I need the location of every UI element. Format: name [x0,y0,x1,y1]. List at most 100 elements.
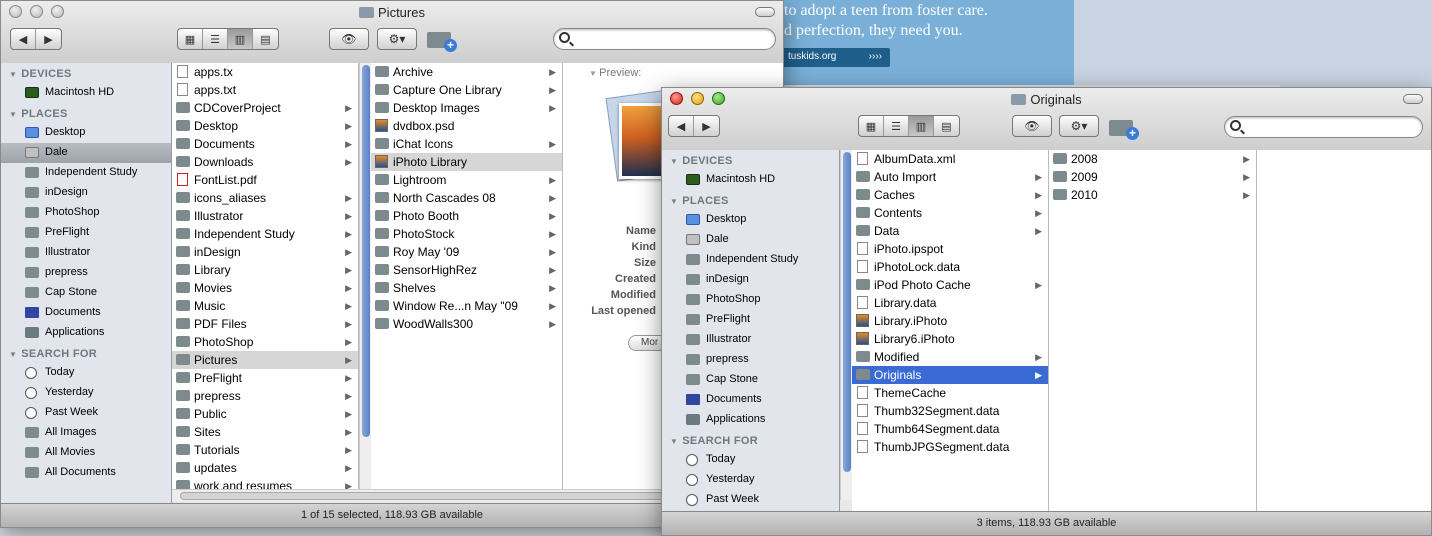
sidebar-item-prepress[interactable]: prepress [662,350,839,370]
search-field[interactable] [553,28,776,50]
forward-button[interactable]: ▶ [694,116,719,136]
toolbar-toggle-button[interactable] [755,7,775,17]
list-item[interactable]: Illustrator ▶ [172,207,358,225]
list-item[interactable]: Thumb32Segment.data [852,402,1048,420]
list-item[interactable]: PhotoShop ▶ [172,333,358,351]
list-item[interactable]: work and resumes ▶ [172,477,358,489]
coverflow-view-button[interactable]: ▤ [253,29,278,49]
sidebar-item-cap-stone[interactable]: Cap Stone [662,370,839,390]
list-item[interactable]: Independent Study ▶ [172,225,358,243]
quick-look-button[interactable]: 👁 [1012,115,1052,137]
back-button[interactable]: ◀ [669,116,694,136]
list-item[interactable]: PhotoStock ▶ [371,225,562,243]
sidebar-item-indesign[interactable]: inDesign [662,270,839,290]
list-item[interactable]: CDCoverProject ▶ [172,99,358,117]
list-item[interactable]: PreFlight ▶ [172,369,358,387]
search-field[interactable] [1224,116,1423,138]
list-item[interactable]: inDesign ▶ [172,243,358,261]
list-item[interactable]: icons_aliases ▶ [172,189,358,207]
new-folder-button[interactable]: + [1109,116,1139,140]
sidebar-item-all-images[interactable]: All Images [1,423,171,443]
sidebar-item-indesign[interactable]: inDesign [1,183,171,203]
list-item[interactable]: dvdbox.psd [371,117,562,135]
sidebar-item-applications[interactable]: Applications [1,323,171,343]
sidebar-item-dale[interactable]: Dale [662,230,839,250]
list-item[interactable]: Pictures ▶ [172,351,358,369]
list-item[interactable]: FontList.pdf [172,171,358,189]
list-item[interactable]: Contents ▶ [852,204,1048,222]
list-item[interactable]: Window Re...n May "09 ▶ [371,297,562,315]
list-item[interactable]: Archive ▶ [371,63,562,81]
column-view-button[interactable]: ▥ [909,116,934,136]
list-item[interactable]: Shelves ▶ [371,279,562,297]
sidebar-item-illustrator[interactable]: Illustrator [1,243,171,263]
list-item[interactable]: Caches ▶ [852,186,1048,204]
list-item[interactable]: Lightroom ▶ [371,171,562,189]
list-item[interactable]: iPhoto Library [371,153,562,171]
list-item[interactable]: Public ▶ [172,405,358,423]
list-item[interactable]: Sites ▶ [172,423,358,441]
back-button[interactable]: ◀ [11,29,36,49]
sidebar-item-today[interactable]: Today [1,363,171,383]
sidebar-item-photoshop[interactable]: PhotoShop [662,290,839,310]
sidebar-item-today[interactable]: Today [662,450,839,470]
quick-look-button[interactable]: 👁 [329,28,369,50]
sidebar-item-independent-study[interactable]: Independent Study [1,163,171,183]
list-item[interactable]: Downloads ▶ [172,153,358,171]
list-item[interactable]: AlbumData.xml [852,150,1048,168]
list-item[interactable]: Desktop Images ▶ [371,99,562,117]
list-item[interactable]: apps.txt [172,81,358,99]
sidebar-item-all-documents[interactable]: All Documents [1,463,171,483]
icon-view-button[interactable]: ▦ [859,116,884,136]
list-item[interactable]: ThumbJPGSegment.data [852,438,1048,456]
list-item[interactable]: iPod Photo Cache ▶ [852,276,1048,294]
sidebar-item-macintosh-hd[interactable]: Macintosh HD [1,83,171,103]
sidebar-item-all-movies[interactable]: All Movies [1,443,171,463]
column-view-button[interactable]: ▥ [228,29,253,49]
sidebar-item-desktop[interactable]: Desktop [1,123,171,143]
sidebar-item-illustrator[interactable]: Illustrator [662,330,839,350]
sidebar-item-cap-stone[interactable]: Cap Stone [1,283,171,303]
list-item[interactable]: North Cascades 08 ▶ [371,189,562,207]
sidebar-item-dale[interactable]: Dale [1,143,171,163]
sidebar-section-search-for[interactable]: ▼ SEARCH FOR [1,343,171,363]
horizontal-scroll-thumb[interactable] [180,492,740,500]
sidebar-item-documents[interactable]: Documents [1,303,171,323]
list-item[interactable]: prepress ▶ [172,387,358,405]
sidebar-item-prepress[interactable]: prepress [1,263,171,283]
list-item[interactable]: 2008 ▶ [1049,150,1256,168]
list-item[interactable]: updates ▶ [172,459,358,477]
list-item[interactable]: 2009 ▶ [1049,168,1256,186]
coverflow-view-button[interactable]: ▤ [934,116,959,136]
list-item[interactable]: Originals ▶ [852,366,1048,384]
scroll-thumb[interactable] [362,65,370,437]
list-item[interactable]: WoodWalls300 ▶ [371,315,562,333]
action-menu-button[interactable]: ⚙▾ [377,28,417,50]
sidebar-item-macintosh-hd[interactable]: Macintosh HD [662,170,839,190]
list-item[interactable]: Roy May '09 ▶ [371,243,562,261]
ad-link-button[interactable]: tuskids.org ›››› [780,48,890,67]
sidebar-section-search-for[interactable]: ▼ SEARCH FOR [662,430,839,450]
list-item[interactable]: iChat Icons ▶ [371,135,562,153]
sidebar-item-documents[interactable]: Documents [662,390,839,410]
list-item[interactable]: 2010 ▶ [1049,186,1256,204]
list-item[interactable]: Thumb64Segment.data [852,420,1048,438]
list-item[interactable]: Tutorials ▶ [172,441,358,459]
sidebar-scrollbar[interactable] [840,150,852,500]
list-item[interactable]: Movies ▶ [172,279,358,297]
sidebar-item-yesterday[interactable]: Yesterday [662,470,839,490]
list-item[interactable]: Data ▶ [852,222,1048,240]
list-item[interactable]: iPhotoLock.data [852,258,1048,276]
forward-button[interactable]: ▶ [36,29,61,49]
icon-view-button[interactable]: ▦ [178,29,203,49]
scroll-thumb[interactable] [843,152,851,472]
sidebar-section-devices[interactable]: ▼ DEVICES [662,150,839,170]
list-item[interactable]: Library6.iPhoto [852,330,1048,348]
sidebar-item-applications[interactable]: Applications [662,410,839,430]
action-menu-button[interactable]: ⚙▾ [1059,115,1099,137]
list-view-button[interactable]: ☰ [203,29,228,49]
column-scrollbar[interactable] [359,63,371,489]
list-view-button[interactable]: ☰ [884,116,909,136]
new-folder-button[interactable]: + [427,28,457,52]
list-item[interactable]: Modified ▶ [852,348,1048,366]
